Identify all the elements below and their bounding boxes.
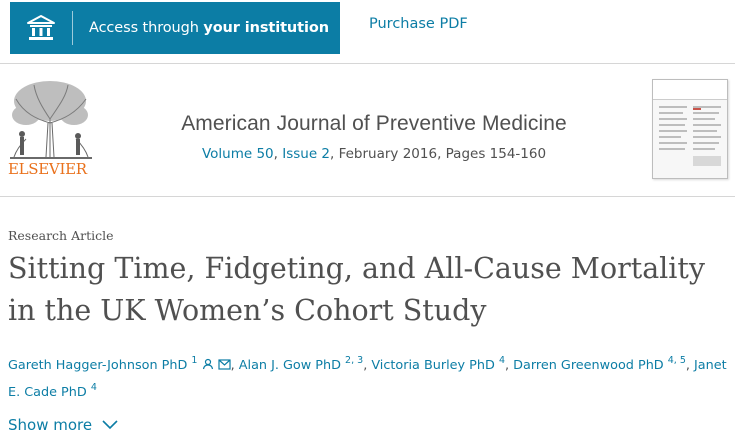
purchase-pdf-link[interactable]: Purchase PDF — [369, 16, 468, 32]
author-affiliation[interactable]: 4 — [91, 382, 97, 393]
author-name[interactable]: Alan J. Gow PhD — [239, 358, 341, 373]
person-icon[interactable] — [202, 356, 214, 377]
journal-title[interactable]: American Journal of Preventive Medicine — [0, 112, 735, 136]
show-more-button[interactable]: Show more — [8, 416, 118, 434]
author-affiliation[interactable]: 1 — [191, 355, 197, 366]
volume-link[interactable]: Volume 50 — [202, 146, 274, 162]
access-label: Access through your institution — [89, 20, 329, 36]
issue-link[interactable]: Issue 2 — [282, 146, 330, 162]
institution-icon — [10, 2, 72, 54]
date-pages: , February 2016, Pages 154-160 — [330, 146, 547, 162]
author-name[interactable]: Darren Greenwood PhD — [513, 358, 664, 373]
access-institution-button[interactable]: Access through your institution — [10, 2, 340, 54]
publisher-name: ELSEVIER — [8, 160, 87, 178]
journal-meta: Volume 50, Issue 2, February 2016, Pages… — [201, 146, 547, 162]
article-title: Sitting Time, Fidgeting, and All-Cause M… — [8, 252, 705, 327]
article-type: Research Article — [8, 228, 114, 243]
author-affiliation[interactable]: 2, 3 — [345, 355, 363, 366]
email-icon[interactable] — [218, 356, 231, 377]
divider — [0, 63, 735, 64]
journal-cover-thumbnail[interactable] — [652, 79, 728, 179]
chevron-down-icon — [102, 416, 118, 434]
author-name[interactable]: Gareth Hagger-Johnson PhD — [8, 358, 187, 373]
author-list: Gareth Hagger-Johnson PhD 1 , Alan J. Go… — [8, 355, 727, 400]
divider — [0, 196, 735, 197]
show-more-label: Show more — [8, 416, 93, 434]
author-name[interactable]: Victoria Burley PhD — [371, 358, 495, 373]
author-affiliation[interactable]: 4, 5 — [668, 355, 686, 366]
